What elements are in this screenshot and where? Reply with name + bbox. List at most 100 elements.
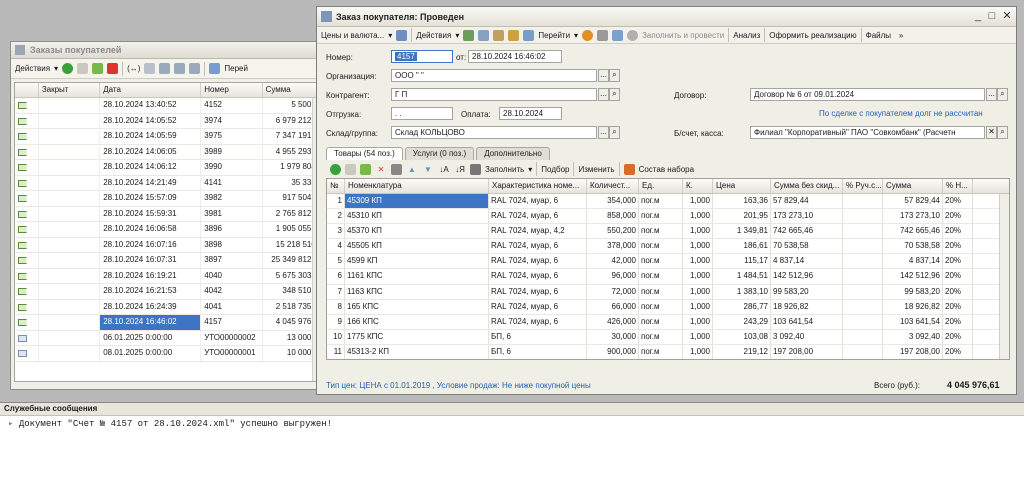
actions-menu[interactable]: Действия [416, 28, 451, 42]
org-open-icon[interactable]: ⌕ [609, 69, 620, 82]
goods-col-10[interactable]: % Н... [943, 179, 973, 193]
tree-icon[interactable] [612, 29, 624, 41]
col-sum[interactable]: Сумма [263, 83, 322, 97]
table-row[interactable]: 10 1775 КПС БП, 6 30,000 пог.м 1,000 103,08 3 0… [327, 329, 1009, 345]
goods-col-4[interactable]: Ед. [639, 179, 683, 193]
goods-col-0[interactable]: № [327, 179, 345, 193]
table-row[interactable]: 3 45370 КП RAL 7024, муар, 4,2 550,200 пог.м… [327, 224, 1009, 240]
close-button[interactable]: ✕ [1000, 10, 1014, 23]
date-field[interactable]: 28.10.2024 16:46:02 [468, 50, 562, 63]
post-icon[interactable] [463, 29, 475, 41]
contractor-select-button[interactable]: ... [598, 88, 609, 101]
table-row[interactable]: 28.10.2024 16:19:21 4040 5 675 303,0 [15, 268, 322, 284]
goto-menu[interactable]: Перейти [538, 28, 570, 42]
fill-menu[interactable]: Заполнить [485, 162, 524, 176]
warehouse-open-icon[interactable]: ⌕ [609, 126, 620, 139]
filter-set-icon[interactable] [174, 63, 186, 74]
col-number[interactable]: Номер [201, 83, 263, 97]
table-row[interactable]: 28.10.2024 16:21:53 4042 348 510,7 [15, 284, 322, 300]
interval-icon[interactable]: (↔) [127, 62, 140, 76]
save-icon[interactable] [396, 29, 408, 41]
goods-col-1[interactable]: Номенклатура [345, 179, 489, 193]
goods-col-6[interactable]: Цена [713, 179, 771, 193]
based-on-icon[interactable] [523, 29, 535, 41]
table-row[interactable]: 28.10.2024 14:21:49 4141 35 335, [15, 175, 322, 191]
col-date[interactable]: Дата [100, 83, 202, 97]
table-row[interactable]: 28.10.2024 16:07:31 3897 25 349 812,7 [15, 253, 322, 269]
table-row[interactable]: 5 4599 КП RAL 7024, муар, 6 42,000 пог.м 1,00… [327, 254, 1009, 270]
goods-col-9[interactable]: Сумма [883, 179, 943, 193]
help-icon[interactable] [582, 29, 594, 41]
debt-link[interactable]: По сделке с покупателем долг не рассчита… [819, 109, 983, 118]
prices-menu[interactable]: Цены и валюта... [321, 28, 384, 42]
table-row[interactable]: 11 45313-2 КП БП, 6 900,000 пог.м 1,000 219,12… [327, 344, 1009, 359]
price-type-info[interactable]: Тип цен: ЦЕНА с 01.01.2019 , Условие про… [326, 381, 591, 390]
account-clear-icon[interactable]: ✕ [986, 126, 997, 139]
move-up-icon[interactable]: ▲ [406, 162, 418, 176]
add-row-icon[interactable] [330, 163, 341, 175]
table-row[interactable]: 9 166 КПС RAL 7024, муар, 6 426,000 пог.м 1,0… [327, 314, 1009, 330]
number-field[interactable]: 4157 [391, 50, 453, 63]
copy-icon[interactable] [77, 63, 89, 74]
table-row[interactable]: 28.10.2024 16:24:39 4041 2 518 735,5 [15, 299, 322, 315]
goods-col-3[interactable]: Количест... [587, 179, 639, 193]
table-row[interactable]: 06.01.2025 0:00:00 УТО00000002 13 000,0 [15, 330, 322, 346]
edit-icon[interactable] [92, 63, 104, 74]
select-button[interactable]: Подбор [541, 162, 569, 176]
analysis-button[interactable]: Анализ [733, 28, 760, 42]
table-row[interactable]: 28.10.2024 13:40:52 4152 5 500,0 [15, 98, 322, 114]
barcode-icon[interactable] [470, 163, 481, 175]
shipment-date-field[interactable]: . . [391, 107, 453, 120]
list-icon[interactable] [597, 29, 609, 41]
table-row[interactable]: 28.10.2024 16:07:16 3898 15 218 510, [15, 237, 322, 253]
table-row[interactable]: 28.10.2024 14:06:05 3989 4 955 293,2 [15, 144, 322, 160]
contract-open-icon[interactable]: ⌕ [997, 88, 1008, 101]
history-icon[interactable] [627, 29, 639, 41]
filter-icon[interactable] [159, 63, 171, 74]
table-row[interactable]: 7 1163 КПС RAL 7024, муар, 6 72,000 пог.м 1,0… [327, 284, 1009, 300]
realize-button[interactable]: Оформить реализацию [769, 28, 856, 42]
table-row[interactable]: 28.10.2024 16:46:02 4157 4 045 976,6 [15, 315, 322, 331]
sort-desc-icon[interactable]: ↓Я [454, 162, 466, 176]
tab-services[interactable]: Услуги (0 поз.) [404, 147, 475, 160]
table-row[interactable]: 4 45505 КП RAL 7024, муар, 6 378,000 пог.м 1,… [327, 239, 1009, 255]
filter-off-icon[interactable] [189, 63, 201, 74]
copy-row-icon[interactable] [345, 163, 356, 175]
add-icon[interactable] [62, 63, 74, 74]
org-field[interactable]: ООО " " [391, 69, 597, 82]
table-row[interactable]: 28.10.2024 15:57:09 3982 917 504,5 [15, 191, 322, 207]
minimize-button[interactable]: _ [971, 10, 985, 23]
delete-row-icon[interactable]: ✕ [375, 162, 387, 176]
goods-scrollbar[interactable] [999, 194, 1009, 359]
table-row[interactable]: 1 45309 КП RAL 7024, муар, 6 354,000 пог.м 1,… [327, 194, 1009, 210]
org-select-button[interactable]: ... [598, 69, 609, 82]
contractor-field[interactable]: Г П [391, 88, 597, 101]
based-on-icon[interactable] [209, 63, 221, 74]
contract-field[interactable]: Договор № 6 от 09.01.2024 [750, 88, 985, 101]
goods-col-2[interactable]: Характеристика номе... [489, 179, 587, 193]
contract-select-button[interactable]: ... [986, 88, 997, 101]
change-button[interactable]: Изменить [578, 162, 614, 176]
table-row[interactable]: 28.10.2024 14:05:59 3975 7 347 191,3 [15, 129, 322, 145]
table-row[interactable]: 8 165 КПС RAL 7024, муар, 6 66,000 пог.м 1,00… [327, 299, 1009, 315]
print-icon[interactable] [493, 29, 505, 41]
table-row[interactable]: 28.10.2024 14:06:12 3990 1 979 804, [15, 160, 322, 176]
kit-icon[interactable] [623, 163, 635, 175]
files-button[interactable]: Файлы [866, 28, 891, 42]
table-row[interactable]: 6 1161 КПС RAL 7024, муар, 6 96,000 пог.м 1,0… [327, 269, 1009, 285]
tab-additional[interactable]: Дополнительно [476, 147, 550, 160]
col-closed[interactable]: Закрыт [39, 83, 101, 97]
end-edit-icon[interactable] [391, 163, 402, 175]
actions-menu[interactable]: Действия [15, 62, 50, 76]
move-down-icon[interactable]: ▼ [422, 162, 434, 176]
goods-col-8[interactable]: % Руч.с... [843, 179, 883, 193]
account-open-icon[interactable]: ⌕ [997, 126, 1008, 139]
table-row[interactable]: 28.10.2024 16:06:58 3896 1 905 055,2 [15, 222, 322, 238]
goods-col-5[interactable]: К. [683, 179, 713, 193]
sort-asc-icon[interactable]: ↓A [438, 162, 450, 176]
fill-and-post-button[interactable]: Заполнить и провести [642, 28, 724, 42]
find-icon[interactable] [144, 63, 156, 74]
edit-row-icon[interactable] [360, 163, 371, 175]
kit-button[interactable]: Состав набора [639, 162, 695, 176]
tab-goods[interactable]: Товары (54 поз.) [326, 147, 403, 160]
